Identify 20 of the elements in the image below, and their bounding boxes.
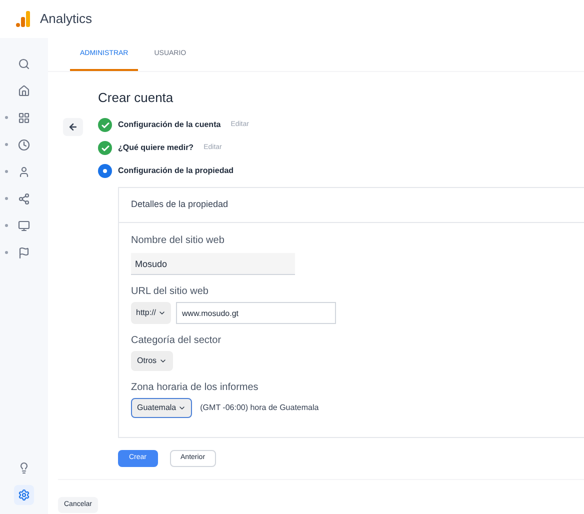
logo-icon [16,11,30,27]
category-dropdown[interactable]: Otros [131,351,173,372]
back-arrow-icon [68,122,78,132]
input-field[interactable]: www.mosudo.gt [176,302,336,324]
field-label: Categoría del sector [131,334,222,348]
field-label: URL del sitio web [131,285,210,300]
step-label: Configuración de la cuenta [118,119,221,132]
timezone-text: (GMT -06:00) hora de Guatemala [200,402,319,414]
app-title: Analytics [40,10,92,28]
field-label: Nombre del sitio web [131,234,226,248]
protocol-dropdown[interactable]: http:// [131,302,172,324]
back-button[interactable] [63,118,83,136]
page-title: Crear cuenta [98,89,174,107]
input-field[interactable]: Mosudo [131,253,295,276]
field-label: Zona horaria de los informes [131,381,260,396]
settings-icon[interactable] [14,484,34,504]
country-dropdown[interactable]: Guatemala [131,398,192,418]
card-title: Detalles de la propiedad [119,188,584,223]
step-label: Configuración de la propiedad [118,165,234,178]
step-label: ¿Qué quiere medir? [118,142,194,154]
